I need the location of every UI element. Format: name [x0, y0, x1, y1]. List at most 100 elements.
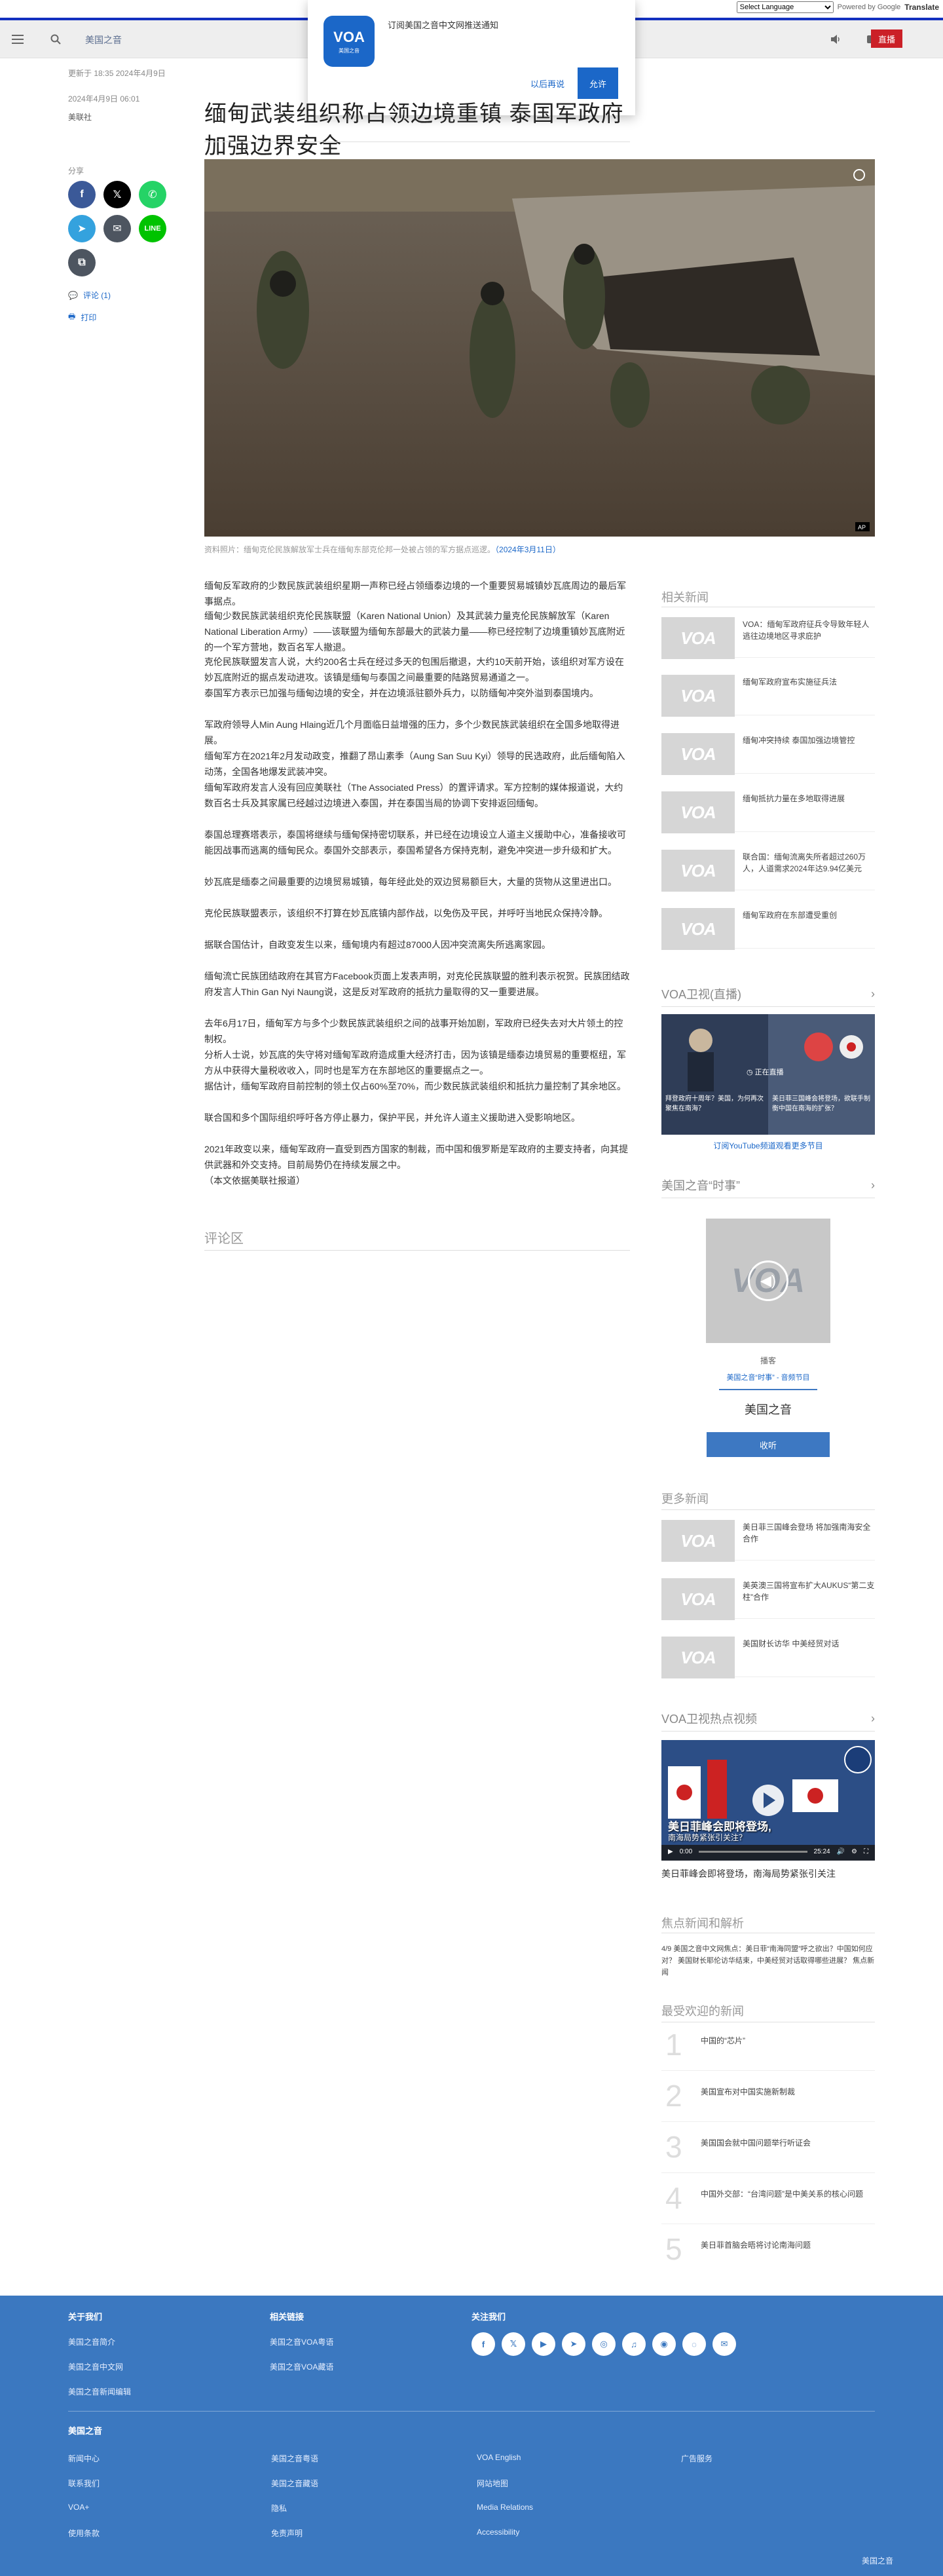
audio-icon[interactable]: [828, 31, 845, 48]
footer-link[interactable]: Media Relations: [477, 2503, 533, 2512]
player-caption[interactable]: 美日菲峰会即将登场，南海局势紧张引关注: [661, 1867, 875, 1880]
allow-button[interactable]: 允许: [578, 67, 618, 99]
settings-icon[interactable]: ⚙: [851, 1848, 857, 1855]
whatsapp-share-button[interactable]: ✆: [139, 181, 166, 208]
footer-link[interactable]: 新闻中心: [68, 2453, 100, 2464]
related-item[interactable]: VOA 联合国：缅甸流离失所者超过260万人，人道需求2024年达9.94亿美元: [661, 846, 875, 892]
article-paragraph: 2021年政变以来，缅甸军政府一直受到西方国家的制裁，而中国和俄罗斯是军政府的主…: [204, 1144, 629, 1170]
popular-item[interactable]: 美日菲首脑会晤将讨论南海问题: [701, 2239, 811, 2250]
comment-icon: 💬: [68, 290, 78, 300]
telegram-icon[interactable]: ➤: [562, 2332, 585, 2356]
article-paragraph: 缅甸军政府发言人没有回应美联社（The Associated Press）的置评…: [204, 782, 623, 808]
x-share-button[interactable]: 𝕏: [103, 181, 131, 208]
live-button[interactable]: 直播: [871, 29, 902, 48]
site-label[interactable]: 美国之音: [85, 33, 122, 47]
current-time: 0:00: [679, 1848, 693, 1855]
facebook-share-button[interactable]: f: [68, 181, 96, 208]
popular-item[interactable]: 中国外交部：“台湾问题”是中美关系的核心问题: [701, 2188, 863, 2199]
instagram-icon[interactable]: ◎: [592, 2332, 616, 2356]
svg-text:AP: AP: [858, 524, 866, 531]
telegram-share-button[interactable]: ➤: [68, 215, 96, 242]
podcast-subtitle[interactable]: 美国之音“时事” - 音频节目: [661, 1372, 875, 1382]
footer-link[interactable]: 美国之音简介: [68, 2336, 115, 2347]
play-icon[interactable]: ◀): [748, 1260, 788, 1301]
facebook-icon[interactable]: f: [472, 2332, 495, 2356]
volume-icon[interactable]: 🔊: [837, 1848, 845, 1855]
footer-link[interactable]: VOA+: [68, 2503, 89, 2512]
x-icon[interactable]: 𝕏: [502, 2332, 525, 2356]
video-live-caption: ◷ 正在直播: [747, 1069, 784, 1076]
comments-link[interactable]: 💬 评论 (1): [68, 290, 111, 301]
line-share-button[interactable]: LINE: [139, 215, 166, 242]
footer-link[interactable]: 隐私: [271, 2503, 287, 2514]
popular-item[interactable]: 中国的“芯片”: [701, 2035, 745, 2046]
footer-link[interactable]: 美国之音新闻编辑: [68, 2386, 131, 2397]
fullscreen-icon[interactable]: ⛶: [864, 1848, 868, 1855]
copy-link-button[interactable]: ⧉: [68, 249, 96, 276]
related-item[interactable]: VOA 缅甸军政府宣布实施征兵法: [661, 671, 875, 717]
article-paragraph: 泰国军方表示已加强与缅甸边境的安全，并在边境派驻额外兵力，以防缅甸冲突外溢到泰国…: [204, 688, 599, 698]
video-player-title[interactable]: VOA卫视热点视频 ›: [661, 1710, 875, 1727]
footer-link[interactable]: 美国之音粤语: [271, 2453, 318, 2464]
video-left-text: 拜登政府十周年？美国，为何再次聚焦在南海？: [665, 1095, 764, 1112]
caption-text: 资料照片：缅甸克伦民族解放军士兵在缅甸东部克伦邦一处被占领的军方据点巡逻。: [204, 545, 496, 554]
footer-link[interactable]: 美国之音VOA藏语: [270, 2361, 333, 2372]
voa-thumbnail: VOA: [661, 675, 735, 717]
related-item[interactable]: VOA 缅甸抵抗力量在多地取得进展: [661, 787, 875, 833]
divider: [661, 1509, 875, 1510]
caption-date: （2024年3月11日）: [495, 545, 561, 554]
later-button[interactable]: 以后再说: [530, 77, 564, 90]
focus-text[interactable]: 4/9 美国之音中文网焦点：美日菲“南海同盟”呼之欲出？中国如何应对？ 美国财长…: [661, 1943, 875, 1979]
email-icon[interactable]: ✉: [712, 2332, 736, 2356]
language-select[interactable]: Select Language: [736, 1, 834, 13]
footer-link[interactable]: 广告服务: [681, 2453, 712, 2464]
rss-icon[interactable]: ◉: [652, 2332, 676, 2356]
video-player[interactable]: 美日菲峰会即将登场, 南海局势紧张引关注？ ▶ 0:00 25:24 🔊 ⚙ ⛶: [661, 1740, 875, 1861]
youtube-link[interactable]: 订阅YouTube频道观看更多节目: [661, 1140, 875, 1151]
voa-thumbnail: VOA: [661, 1637, 735, 1678]
author[interactable]: 美联社: [68, 111, 92, 123]
article-paragraph: 分析人士说，妙瓦底的失守将对缅甸军政府造成重大经济打击，因为该镇是缅泰边境贸易的…: [204, 1050, 626, 1076]
menu-icon[interactable]: [9, 31, 26, 48]
podcast-icon[interactable]: ♫: [622, 2332, 646, 2356]
video-thumbnail[interactable]: 拜登政府十周年？美国，为何再次聚焦在南海？ 美日菲三国峰会将登场，欲联手制衡中国…: [661, 1014, 875, 1135]
podcast-cover[interactable]: VOA ◀): [706, 1219, 830, 1343]
footer-link[interactable]: 联系我们: [68, 2478, 100, 2489]
footer-link[interactable]: 使用条款: [68, 2528, 100, 2539]
search-icon[interactable]: [47, 31, 64, 48]
play-icon[interactable]: ▶: [668, 1848, 673, 1855]
facebook-icon: f: [80, 189, 84, 200]
footer-link[interactable]: 网站地图: [477, 2478, 508, 2489]
footer-link[interactable]: 美国之音藏语: [271, 2478, 318, 2489]
footer-link[interactable]: 美国之音VOA粤语: [270, 2336, 333, 2347]
progress-bar[interactable]: [699, 1851, 807, 1853]
listen-button[interactable]: 收听: [707, 1432, 830, 1457]
youtube-icon[interactable]: ▶: [532, 2332, 555, 2356]
related-item[interactable]: VOA 缅甸冲突持续 泰国加强边境管控: [661, 729, 875, 775]
footer-link[interactable]: Accessibility: [477, 2528, 519, 2537]
rank-number: 2: [665, 2079, 682, 2113]
related-item[interactable]: VOA 缅甸军政府在东部遭受重创: [661, 904, 875, 950]
related-item[interactable]: VOA VOA：缅甸军政府征兵令导致年轻人逃往边境地区寻求庇护: [661, 613, 875, 659]
chevron-right-icon: ›: [871, 987, 875, 1000]
popular-item[interactable]: 美国国会就中国问题举行听证会: [701, 2137, 811, 2148]
more-news-item[interactable]: VOA 美英澳三国将宣布扩大AUKUS“第二支柱”合作: [661, 1574, 875, 1620]
translate-link[interactable]: Translate: [904, 3, 939, 12]
copyright: 美国之音: [862, 2556, 894, 2566]
footer-link[interactable]: 美国之音中文网: [68, 2361, 123, 2372]
popular-item[interactable]: 美国宣布对中国实施新制裁: [701, 2086, 795, 2097]
video-section-title[interactable]: VOA卫视(直播) ›: [661, 985, 875, 1002]
line-icon: LINE: [144, 225, 161, 233]
page-title: 缅甸武装组织称占领边境重镇 泰国军政府加强边界安全: [204, 102, 624, 159]
telegram-icon: ➤: [77, 223, 86, 235]
more-news-item[interactable]: VOA 美日菲三国峰会登场 将加强南海安全合作: [661, 1516, 875, 1562]
more-news-title: 更多新闻: [661, 1492, 709, 1506]
more-news-item[interactable]: VOA 美国财长访华 中美经贸对话: [661, 1633, 875, 1678]
email-share-button[interactable]: ✉: [103, 215, 131, 242]
print-link[interactable]: 🖶 打印: [68, 311, 96, 324]
voa-logo: VOA 美国之音: [324, 16, 375, 67]
audio-section-title[interactable]: 美国之音“时事” ›: [661, 1177, 875, 1194]
footer-link[interactable]: 免责声明: [271, 2528, 303, 2539]
wechat-icon[interactable]: ◌: [682, 2332, 706, 2356]
footer-link[interactable]: VOA English: [477, 2453, 521, 2462]
